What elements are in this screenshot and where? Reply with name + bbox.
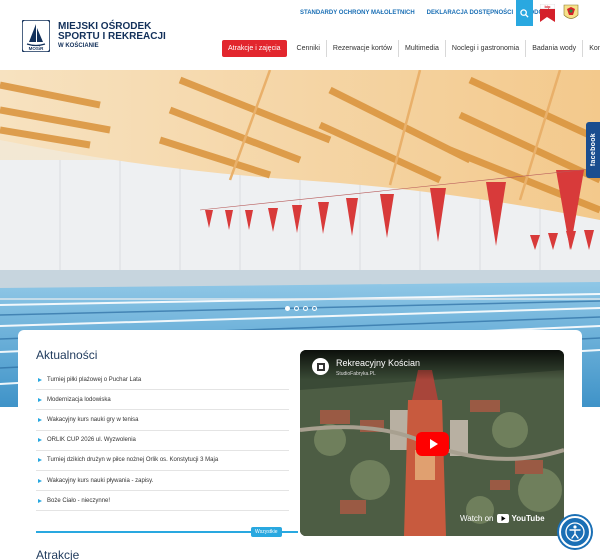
watch-on-label: Watch on xyxy=(460,514,494,523)
news-item-label: Wakacyjny kurs nauki gry w tenisa xyxy=(47,416,139,423)
nav-contact[interactable]: Kontakt xyxy=(582,40,600,57)
slider-dots xyxy=(285,306,317,311)
site-header: MOSiR MIEJSKI OŚRODEK SPORTU I REKREACJI… xyxy=(0,0,600,70)
youtube-video[interactable]: Rekreacyjny Kościan StudioFabryka.PL Wat… xyxy=(300,350,564,536)
attractions-heading: Atrakcje xyxy=(36,548,80,560)
nav-prices[interactable]: Cenniki xyxy=(291,40,326,57)
video-channel[interactable]: StudioFabryka.PL xyxy=(336,371,376,377)
bullet-arrow-icon xyxy=(38,458,42,463)
bip-label: bip xyxy=(545,4,552,9)
bullet-arrow-icon xyxy=(38,438,42,443)
news-item-label: Boże Ciało - nieczynne! xyxy=(47,497,111,504)
news-item-label: Modernizacja lodowiska xyxy=(47,396,111,403)
news-item-label: ORLIK CUP 2026 ul. Wyzwolenia xyxy=(47,437,136,444)
channel-avatar[interactable] xyxy=(312,358,329,375)
bullet-arrow-icon xyxy=(38,417,42,422)
news-item[interactable]: Modernizacja lodowiska xyxy=(36,390,289,411)
bullet-arrow-icon xyxy=(38,498,42,503)
nav-multimedia[interactable]: Multimedia xyxy=(398,40,445,57)
nav-accommodation[interactable]: Noclegi i gastronomia xyxy=(444,40,525,57)
news-item-label: Turniej dzikich drużyn w piłce nożnej Or… xyxy=(47,457,219,464)
all-news-button[interactable]: Wszystkie xyxy=(251,527,282,537)
nav-attractions[interactable]: Atrakcje i zajęcia xyxy=(222,40,287,57)
accessibility-icon xyxy=(565,522,585,542)
youtube-icon xyxy=(496,514,509,523)
news-item[interactable]: Boże Ciało - nieczynne! xyxy=(36,491,289,512)
bullet-arrow-icon xyxy=(38,397,42,402)
news-item-label: Wakacyjny kurs nauki pływania - zapisy. xyxy=(47,477,154,484)
news-list: Turniej piłki plażowej o Puchar Lata Mod… xyxy=(36,370,289,512)
search-icon xyxy=(520,8,529,18)
slider-dot[interactable] xyxy=(312,306,317,311)
brand-name[interactable]: MIEJSKI OŚRODEK SPORTU I REKREACJI W KOŚ… xyxy=(58,22,166,51)
accessibility-button[interactable] xyxy=(559,516,591,548)
news-item[interactable]: Turniej dzikich drużyn w piłce nożnej Or… xyxy=(36,451,289,471)
news-heading: Aktualności xyxy=(36,348,98,362)
youtube-label: YouTube xyxy=(511,514,545,523)
main-nav: Atrakcje i zajęcia Cenniki Rezerwacje ko… xyxy=(222,40,600,57)
news-item[interactable]: ORLIK CUP 2026 ul. Wyzwolenia xyxy=(36,431,289,451)
slider-dot[interactable] xyxy=(294,306,299,311)
channel-logo-icon xyxy=(316,362,325,371)
bullet-arrow-icon xyxy=(38,377,42,382)
brand-line-3: W KOŚCIANIE xyxy=(58,43,99,49)
video-title[interactable]: Rekreacyjny Kościan xyxy=(336,358,420,368)
facebook-tab[interactable]: facebook xyxy=(586,122,600,178)
link-accessibility-declaration[interactable]: DEKLARACJA DOSTĘPNOŚCI xyxy=(427,10,513,16)
logo-text: MOSiR xyxy=(29,46,45,51)
content-card: Aktualności Turniej piłki plażowej o Puc… xyxy=(18,330,582,560)
bullet-arrow-icon xyxy=(38,478,42,483)
news-item-label: Turniej piłki plażowej o Puchar Lata xyxy=(47,376,142,383)
brand-line-2: SPORTU I REKREACJI xyxy=(58,31,166,42)
slider-dot[interactable] xyxy=(303,306,308,311)
news-item[interactable]: Wakacyjny kurs nauki pływania - zapisy. xyxy=(36,471,289,492)
news-item[interactable]: Turniej piłki plażowej o Puchar Lata xyxy=(36,370,289,391)
nav-court-reservations[interactable]: Rezerwacje kortów xyxy=(325,40,398,57)
play-icon xyxy=(429,439,438,449)
eagle-emblem-icon[interactable] xyxy=(563,4,579,22)
play-button[interactable] xyxy=(416,432,449,456)
bip-flag-icon[interactable]: bip xyxy=(540,4,555,22)
slider-dot[interactable] xyxy=(285,306,290,311)
search-button[interactable] xyxy=(516,0,533,26)
facebook-label: facebook xyxy=(589,133,597,167)
top-links: STANDARDY OCHRONY MAŁOLETNICH DEKLARACJA… xyxy=(300,10,543,16)
nav-water-tests[interactable]: Badania wody xyxy=(525,40,582,57)
link-standards[interactable]: STANDARDY OCHRONY MAŁOLETNICH xyxy=(300,10,415,16)
news-item[interactable]: Wakacyjny kurs nauki gry w tenisa xyxy=(36,410,289,431)
mosir-logo-icon[interactable]: MOSiR xyxy=(22,20,50,52)
watch-on-youtube[interactable]: Watch on YouTube xyxy=(460,514,545,523)
